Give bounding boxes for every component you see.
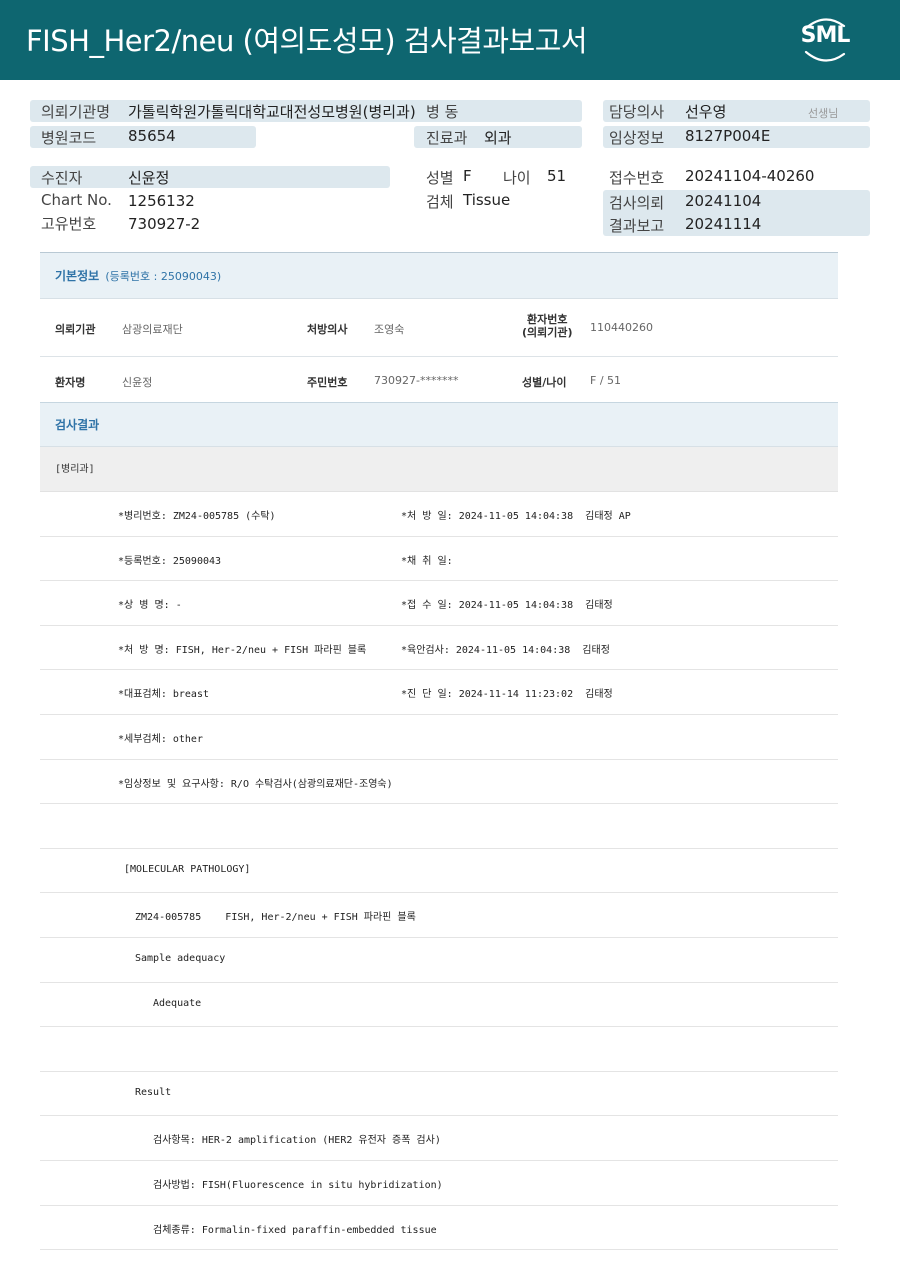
result-row: [MOLECULAR PATHOLOGY] xyxy=(40,849,838,894)
hospital-code-label: 병원코드 xyxy=(41,129,97,147)
requesting-institution-value: 가톨릭학원가톨릭대학교대전성모병원(병리과) xyxy=(128,103,416,121)
chart-no-value: 1256132 xyxy=(128,192,195,210)
pathology-subheader: [병리과] xyxy=(40,447,838,492)
patient-info: 의뢰기관명 가톨릭학원가톨릭대학교대전성모병원(병리과) 병 동 담당의사 선우… xyxy=(0,80,900,250)
specimen-label: 검체 xyxy=(426,193,454,211)
ward-label: 병 동 xyxy=(426,103,459,121)
attending-label: 담당의사 xyxy=(609,103,665,121)
result-row-left: *세부검체: other xyxy=(118,733,203,745)
result-row-left: Adequate xyxy=(153,997,202,1009)
unique-no-value: 730927-2 xyxy=(128,215,201,233)
sex-label: 성별 xyxy=(426,169,454,187)
result-row: Result xyxy=(40,1072,838,1117)
patient-no-label-line2: (의뢰기관) xyxy=(522,326,573,339)
result-rows: *병리번호: ZM24-005785 (수탁) *처 방 일: 2024-11-0… xyxy=(40,492,838,1251)
result-row: 검사항목: HER-2 amplification (HER2 유전자 증폭 검… xyxy=(40,1116,838,1161)
result-row: 검체종류: Formalin-fixed paraffin-embedded t… xyxy=(40,1206,838,1251)
sml-logo: SML xyxy=(798,14,852,64)
sex-age-value: F / 51 xyxy=(590,374,622,387)
clinical-info-value: 8127P004E xyxy=(685,127,771,145)
basic-info-row-2: 환자명 신윤정 주민번호 730927-******* 성별/나이 F / 51 xyxy=(40,357,838,403)
registration-number: (등록번호 : 25090043) xyxy=(105,270,222,283)
rrn-value: 730927-******* xyxy=(374,374,459,387)
chart-no-label: Chart No. xyxy=(41,191,112,209)
result-row-left: *병리번호: ZM24-005785 (수탁) xyxy=(118,511,276,522)
result-row-left: Sample adequacy xyxy=(135,952,226,964)
report-title: FISH_Her2/neu (여의도성모) 검사결과보고서 xyxy=(26,24,588,58)
doctor-label: 처방의사 xyxy=(307,323,348,336)
result-row-left: *대표검체: breast xyxy=(118,689,209,701)
request-date-value: 20241104 xyxy=(685,192,762,210)
report-body: 기본정보 (등록번호 : 25090043) 의뢰기관 삼광의료재단 처방의사 … xyxy=(40,252,838,1251)
result-row-right: *채 취 일: xyxy=(401,555,453,567)
hospital-code-value: 85654 xyxy=(128,127,176,145)
logo-text: SML xyxy=(800,23,851,48)
result-row-left: [MOLECULAR PATHOLOGY] xyxy=(124,863,251,875)
sex-age-label: 성별/나이 xyxy=(522,376,567,389)
result-row: *대표검체: breast *진 단 일: 2024-11-14 11:23:02… xyxy=(40,670,838,715)
result-row-right: *처 방 일: 2024-11-05 14:04:38 김태정 AP xyxy=(401,511,631,522)
result-row-left: ZM24-005785 FISH, Her-2/neu + FISH 파라핀 블… xyxy=(135,912,416,924)
institution-label: 의뢰기관 xyxy=(55,323,96,336)
department-label: 진료과 xyxy=(426,129,468,147)
result-row-right: *육안검사: 2024-11-05 14:04:38 김태정 xyxy=(401,644,610,656)
patient-no-label-line1: 환자번호 xyxy=(527,313,568,326)
institution-value: 삼광의료재단 xyxy=(122,323,183,336)
result-row-left: *상 병 명: - xyxy=(118,600,182,612)
result-row-right: *진 단 일: 2024-11-14 11:23:02 김태정 xyxy=(401,689,613,701)
receipt-no-label: 접수번호 xyxy=(609,169,665,187)
result-row-right: *접 수 일: 2024-11-05 14:04:38 김태정 xyxy=(401,600,613,612)
patient-no-label: 환자번호 (의뢰기관) xyxy=(522,313,573,339)
patient-name-value: 신윤정 xyxy=(122,376,153,389)
result-row: *임상정보 및 요구사항: R/O 수탁검사(삼광의료재단-조영숙) xyxy=(40,760,838,805)
result-row: 검사방법: FISH(Fluorescence in situ hybridiz… xyxy=(40,1161,838,1206)
attending-value: 선우영 xyxy=(685,103,727,121)
requesting-institution-label: 의뢰기관명 xyxy=(41,103,111,121)
result-row-left: 검사항목: HER-2 amplification (HER2 유전자 증폭 검… xyxy=(153,1135,441,1147)
result-row-left: 검체종류: Formalin-fixed paraffin-embedded t… xyxy=(153,1224,437,1236)
info-bar-patient xyxy=(30,166,390,188)
result-row: *등록번호: 25090043 *채 취 일: xyxy=(40,537,838,582)
basic-info-row-1: 의뢰기관 삼광의료재단 처방의사 조영숙 환자번호 (의뢰기관) 1104402… xyxy=(40,299,838,357)
result-row: *세부검체: other xyxy=(40,715,838,760)
patient-no-value: 110440260 xyxy=(590,321,653,334)
basic-info-title: 기본정보 xyxy=(55,269,100,283)
result-row xyxy=(40,804,838,849)
doctor-value: 조영숙 xyxy=(374,323,405,336)
results-header: 검사결과 xyxy=(40,403,838,447)
result-row: *상 병 명: - *접 수 일: 2024-11-05 14:04:38 김태정 xyxy=(40,581,838,626)
age-value: 51 xyxy=(547,167,567,185)
age-label: 나이 xyxy=(503,169,531,187)
report-date-label: 결과보고 xyxy=(609,217,665,235)
result-row: Sample adequacy xyxy=(40,938,838,983)
result-row-left: *임상정보 및 요구사항: R/O 수탁검사(삼광의료재단-조영숙) xyxy=(118,778,393,790)
patient-value: 신윤정 xyxy=(128,169,170,187)
result-row-left: *등록번호: 25090043 xyxy=(118,555,222,567)
rrn-label: 주민번호 xyxy=(307,376,348,389)
result-row-left: *처 방 명: FISH, Her-2/neu + FISH 파라핀 블록 xyxy=(118,644,367,656)
results-title: 검사결과 xyxy=(55,418,100,432)
result-row: *병리번호: ZM24-005785 (수탁) *처 방 일: 2024-11-0… xyxy=(40,492,838,537)
attending-suffix: 선생님 xyxy=(808,107,839,120)
report-date-value: 20241114 xyxy=(685,215,762,233)
basic-info-header: 기본정보 (등록번호 : 25090043) xyxy=(40,253,838,299)
specimen-value: Tissue xyxy=(463,191,511,209)
result-row-left: Result xyxy=(135,1086,172,1098)
result-row xyxy=(40,1027,838,1072)
report-header: FISH_Her2/neu (여의도성모) 검사결과보고서 SML xyxy=(0,0,900,80)
sex-value: F xyxy=(463,167,472,185)
clinical-info-label: 임상정보 xyxy=(609,129,665,147)
result-row: *처 방 명: FISH, Her-2/neu + FISH 파라핀 블록 *육안… xyxy=(40,626,838,671)
unique-no-label: 고유번호 xyxy=(41,215,97,233)
receipt-no-value: 20241104-40260 xyxy=(685,167,815,185)
result-row-left: 검사방법: FISH(Fluorescence in situ hybridiz… xyxy=(153,1179,443,1191)
result-row: Adequate xyxy=(40,983,838,1028)
patient-label: 수진자 xyxy=(41,169,83,187)
department-value: 외과 xyxy=(484,129,512,147)
request-date-label: 검사의뢰 xyxy=(609,194,665,212)
result-row: ZM24-005785 FISH, Her-2/neu + FISH 파라핀 블… xyxy=(40,893,838,938)
patient-name-label: 환자명 xyxy=(55,376,86,389)
